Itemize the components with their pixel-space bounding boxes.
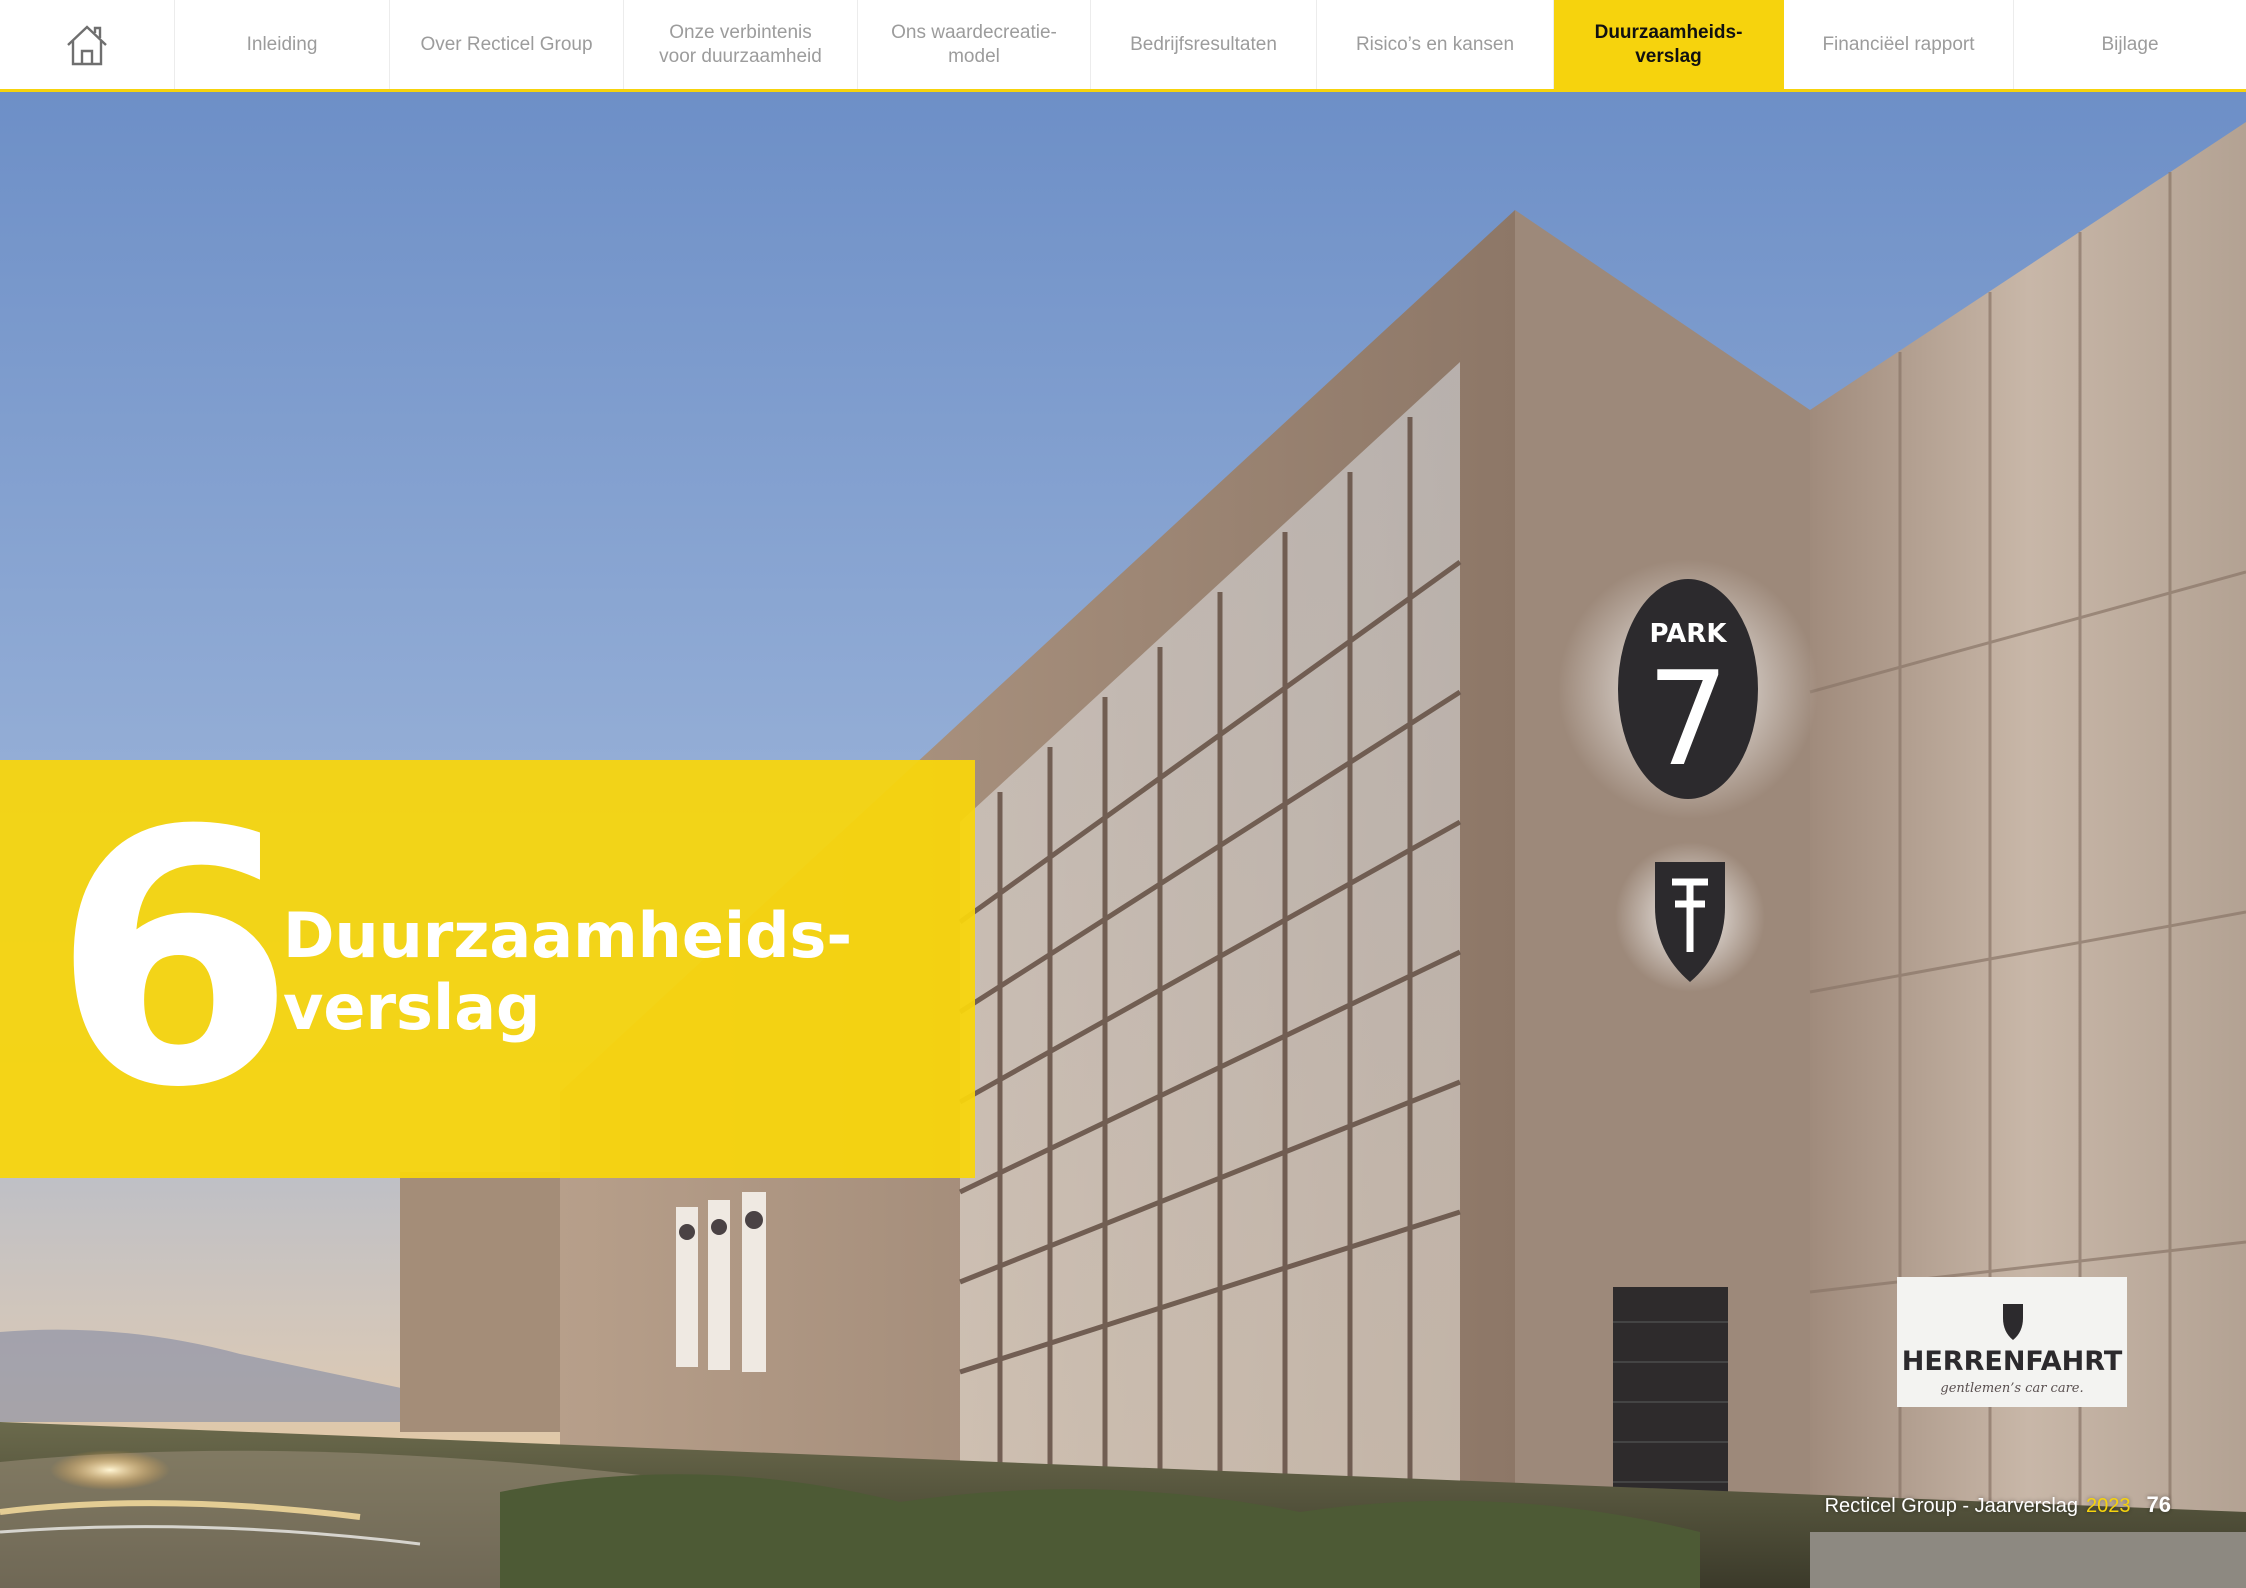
footer-report-name: Recticel Group - Jaarverslag bbox=[1824, 1495, 2079, 1517]
chapter-title: Duurzaamheids- verslag bbox=[283, 900, 852, 1044]
tab-verbintenis-duurzaamheid[interactable]: Onze verbintenis voor duurzaamheid bbox=[624, 0, 858, 89]
tab-bijlage[interactable]: Bijlage bbox=[2014, 0, 2246, 89]
tab-over-recticel-group[interactable]: Over Recticel Group bbox=[390, 0, 624, 89]
tab-duurzaamheidsverslag[interactable]: Duurzaamheids- verslag bbox=[1554, 0, 1784, 89]
page-footer: Recticel Group - Jaarverslag 2023 76 bbox=[1825, 1492, 2171, 1518]
herrenfahrt-name: HERRENFAHRT bbox=[1902, 1346, 2123, 1377]
tab-inleiding[interactable]: Inleiding bbox=[175, 0, 390, 89]
tab-financieel-rapport[interactable]: Financiëel rapport bbox=[1784, 0, 2014, 89]
park-sign-number: 7 bbox=[1647, 643, 1730, 795]
flags bbox=[676, 1192, 766, 1372]
top-navigation: Inleiding Over Recticel Group Onze verbi… bbox=[0, 0, 2246, 92]
herrenfahrt-sign: HERRENFAHRT gentlemen’s car care. bbox=[1897, 1277, 2127, 1407]
page-number: 76 bbox=[2146, 1492, 2171, 1517]
chapter-title-line-2: verslag bbox=[283, 971, 541, 1044]
chapter-title-line-1: Duurzaamheids- bbox=[283, 899, 853, 972]
park-7-sign: PARK 7 bbox=[1558, 559, 1818, 819]
tab-waardecreatiemodel[interactable]: Ons waardecreatie- model bbox=[858, 0, 1091, 89]
tab-bedrijfsresultaten[interactable]: Bedrijfsresultaten bbox=[1091, 0, 1317, 89]
shield-sign bbox=[1615, 842, 1765, 992]
chapter-banner: 6 Duurzaamheids- verslag bbox=[0, 760, 975, 1178]
home-icon bbox=[67, 24, 107, 65]
footer-year: 2023 bbox=[2086, 1495, 2131, 1517]
chapter-number: 6 bbox=[52, 756, 296, 1164]
herrenfahrt-tagline: gentlemen’s car care. bbox=[1940, 1381, 2083, 1396]
home-button[interactable] bbox=[0, 0, 175, 89]
tab-risicos-en-kansen[interactable]: Risico’s en kansen bbox=[1317, 0, 1554, 89]
